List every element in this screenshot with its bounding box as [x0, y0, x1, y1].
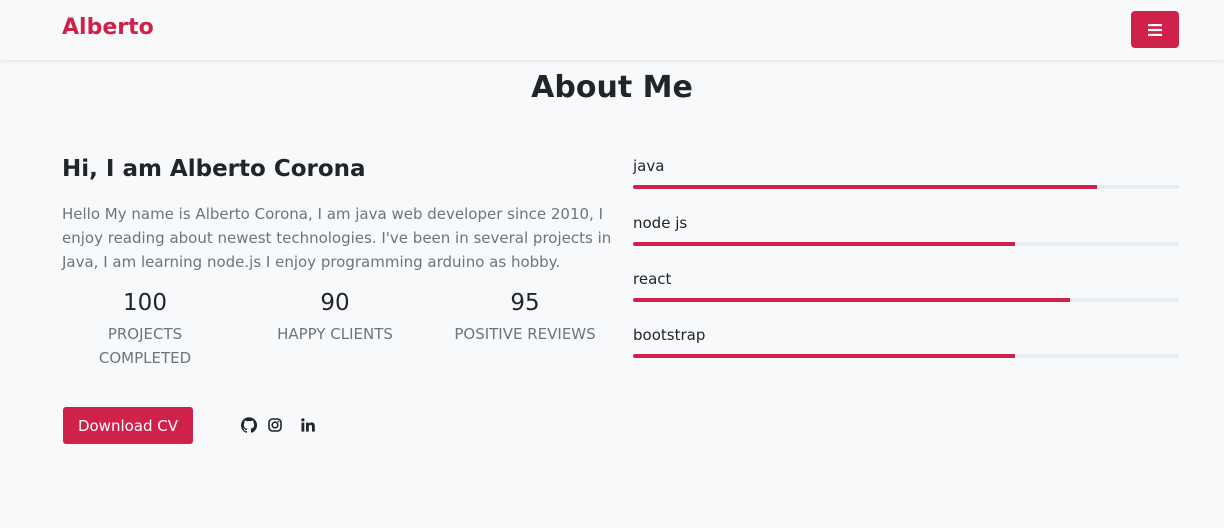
- hamburger-menu-icon: [1148, 23, 1162, 36]
- skill-name: react: [633, 270, 672, 288]
- greeting-heading: Hi, I am Alberto Corona: [62, 156, 366, 182]
- skill-progress-track: [633, 185, 1179, 189]
- skill-progress-fill: [633, 298, 1070, 302]
- github-icon[interactable]: [240, 416, 258, 434]
- menu-toggle-button[interactable]: [1131, 11, 1179, 48]
- skill-node-js: node js: [633, 213, 1179, 246]
- bio-text: Hello My name is Alberto Corona, I am ja…: [62, 205, 612, 271]
- skill-progress-track: [633, 242, 1179, 246]
- skill-progress-fill: [633, 242, 1016, 246]
- skill-react: react: [633, 269, 1179, 302]
- skill-progress-fill: [633, 185, 1098, 189]
- skill-progress-track: [633, 354, 1179, 358]
- skill-progress-fill: [633, 354, 1016, 358]
- skill-name: java: [633, 157, 665, 175]
- stat-clients: 90 HAPPY CLIENTS: [240, 288, 430, 346]
- skill-name: node js: [633, 214, 688, 232]
- navbar: Alberto: [0, 0, 1224, 60]
- stat-projects: 100 PROJECTS COMPLETED: [50, 288, 240, 370]
- instagram-icon[interactable]: [266, 416, 284, 434]
- stat-label: PROJECTS COMPLETED: [98, 325, 192, 367]
- linkedin-icon[interactable]: [299, 416, 317, 434]
- stat-label: HAPPY CLIENTS: [277, 325, 393, 343]
- skill-name: bootstrap: [633, 326, 706, 344]
- skill-progress-track: [633, 298, 1179, 302]
- stat-value: 90: [320, 290, 350, 316]
- stat-value: 100: [123, 290, 167, 316]
- brand-logo-link[interactable]: Alberto: [62, 15, 154, 40]
- skill-bootstrap: bootstrap: [633, 325, 1179, 358]
- section-title: About Me: [531, 70, 693, 105]
- stat-reviews: 95 POSITIVE REVIEWS: [430, 288, 620, 346]
- skill-java: java: [633, 156, 1179, 189]
- stat-label: POSITIVE REVIEWS: [454, 325, 596, 343]
- download-cv-button[interactable]: Download CV: [63, 407, 193, 444]
- stat-value: 95: [510, 290, 540, 316]
